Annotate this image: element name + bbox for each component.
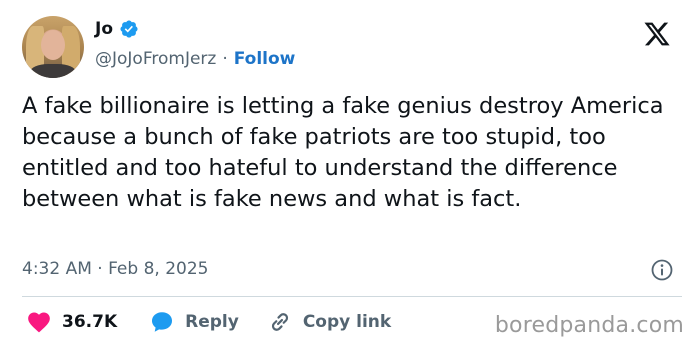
heart-icon <box>26 309 52 335</box>
author-name[interactable]: Jo <box>95 19 113 39</box>
reply-label: Reply <box>185 312 239 332</box>
author-handle-row: @JoJoFromJerz · Follow <box>95 49 295 69</box>
speech-bubble-icon <box>149 309 175 335</box>
action-bar: 36.7K Reply Copy link <box>26 309 391 335</box>
tweet-timestamp[interactable]: 4:32 AM · Feb 8, 2025 <box>22 259 208 279</box>
author-handle[interactable]: @JoJoFromJerz <box>95 49 216 69</box>
like-button[interactable]: 36.7K <box>26 309 117 335</box>
watermark: boredpanda.com <box>494 313 684 338</box>
follow-button[interactable]: Follow <box>234 49 296 69</box>
author-name-row: Jo <box>95 19 139 39</box>
tweet-text: A fake billionaire is letting a fake gen… <box>22 93 664 212</box>
divider <box>22 296 682 297</box>
copy-link-label: Copy link <box>302 312 392 332</box>
like-count: 36.7K <box>62 312 118 332</box>
reply-button[interactable]: Reply <box>149 309 239 335</box>
avatar[interactable] <box>22 16 84 78</box>
info-icon[interactable] <box>650 258 674 282</box>
separator-dot: · <box>222 49 228 69</box>
verified-badge-icon <box>119 19 139 39</box>
x-logo-icon[interactable] <box>642 20 672 48</box>
link-icon <box>267 309 293 335</box>
copy-link-button[interactable]: Copy link <box>267 309 391 335</box>
